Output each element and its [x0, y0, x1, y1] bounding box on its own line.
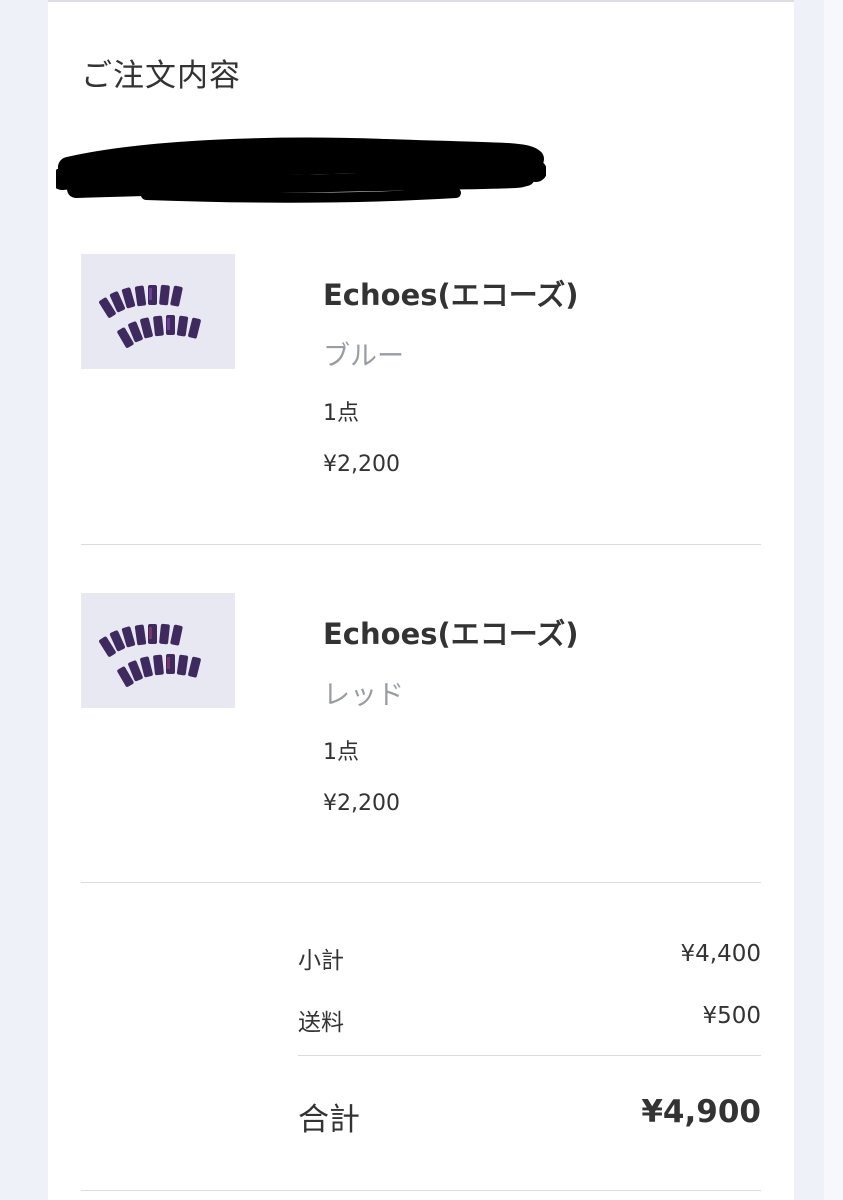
bottom-divider — [81, 1190, 761, 1191]
item-divider — [81, 882, 761, 883]
product-thumbnail — [81, 254, 235, 369]
order-card: ご注文内容 Echoes(エコーズ) ブルー 1点 ¥2,200 Echoes(… — [48, 0, 794, 1200]
subtotal-label: 小計 — [298, 948, 344, 974]
order-section-title: ご注文内容 — [81, 58, 241, 94]
shipping-label: 送料 — [298, 1010, 344, 1036]
total-row: 合計 ¥4,900 — [298, 1094, 761, 1138]
redaction-scribble — [56, 137, 546, 203]
subtotal-value: ¥4,400 — [680, 941, 761, 967]
total-label: 合計 — [298, 1102, 360, 1138]
shipping-row: 送料 ¥500 — [298, 1003, 761, 1036]
item-quantity: 1点 — [323, 401, 359, 426]
summary-divider — [298, 1055, 761, 1056]
page-edge — [824, 0, 843, 1200]
item-price: ¥2,200 — [323, 791, 400, 816]
item-quantity: 1点 — [323, 740, 359, 765]
item-variant: ブルー — [323, 341, 404, 372]
shipping-value: ¥500 — [702, 1003, 761, 1029]
item-variant: レッド — [323, 680, 404, 711]
product-thumbnail — [81, 593, 235, 708]
order-item: Echoes(エコーズ) ブルー 1点 ¥2,200 — [81, 254, 761, 494]
item-name: Echoes(エコーズ) — [323, 617, 579, 651]
item-name: Echoes(エコーズ) — [323, 278, 579, 312]
order-item: Echoes(エコーズ) レッド 1点 ¥2,200 — [81, 593, 761, 833]
subtotal-row: 小計 ¥4,400 — [298, 941, 761, 974]
total-value: ¥4,900 — [641, 1094, 761, 1130]
item-price: ¥2,200 — [323, 452, 400, 477]
item-divider — [81, 544, 761, 545]
